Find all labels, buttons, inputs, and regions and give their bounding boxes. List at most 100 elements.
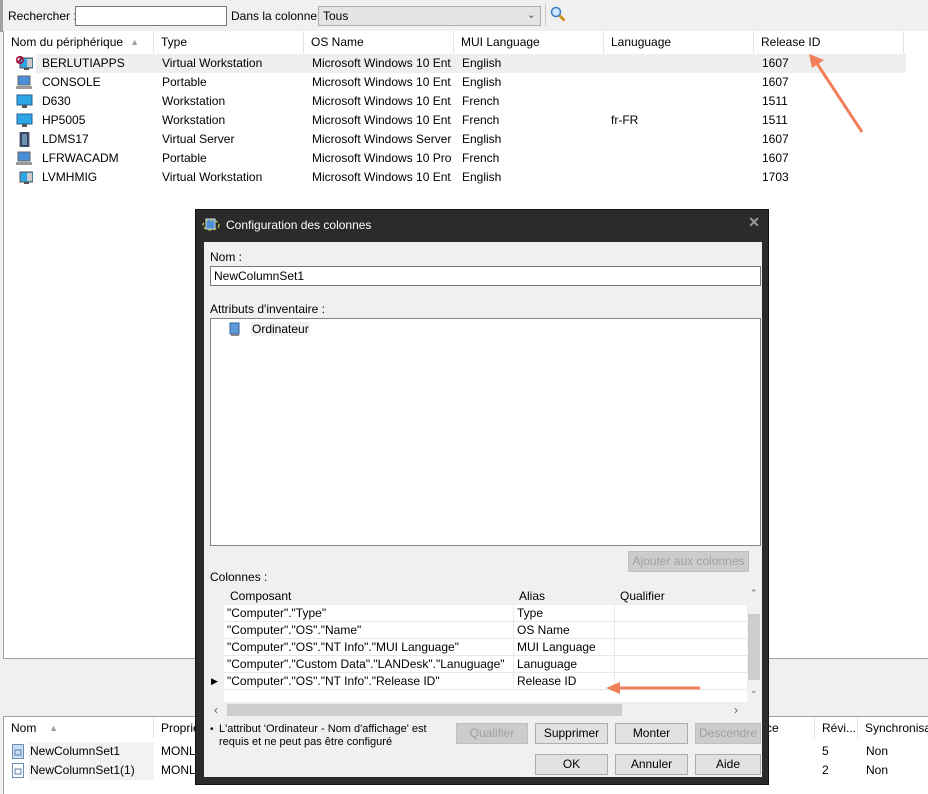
- device-row[interactable]: HP5005 Workstation Microsoft Windows 10 En…: [4, 111, 909, 130]
- device-row[interactable]: LDMS17 Virtual Server Microsoft Windows Se…: [4, 130, 909, 149]
- help-button[interactable]: Aide: [695, 754, 761, 775]
- magnifier-icon[interactable]: [550, 6, 566, 22]
- grid-qualifier: [615, 605, 747, 622]
- delete-button[interactable]: Supprimer: [535, 723, 608, 744]
- monitor-icon: [16, 94, 33, 108]
- virtual-workstation-blocked-icon: [16, 56, 33, 70]
- device-type: Virtual Workstation: [162, 56, 263, 70]
- sort-ascending-icon: ▲: [49, 723, 58, 733]
- grid-header-component[interactable]: Composant: [230, 589, 291, 603]
- device-name: LDMS17: [42, 132, 89, 146]
- dialog-title: Configuration des colonnes: [226, 218, 372, 232]
- grid-alias: OS Name: [514, 622, 615, 639]
- name-label: Nom :: [210, 250, 243, 264]
- note-bullet: •: [210, 724, 214, 735]
- device-row[interactable]: D630 Workstation Microsoft Windows 10 Ent.…: [4, 92, 909, 111]
- device-os: Microsoft Windows Server ...: [312, 132, 452, 146]
- scroll-left-icon[interactable]: ‹: [214, 703, 218, 717]
- monitor-icon: [16, 113, 33, 127]
- column-grid-row[interactable]: "Computer"."Custom Data"."LANDesk"."Lanu…: [224, 656, 747, 673]
- column-header-nom[interactable]: Nom ▲: [4, 717, 154, 739]
- column-set-name: NewColumnSet1(1): [29, 761, 154, 780]
- column-set-sync: Non: [866, 744, 889, 758]
- column-set-name: NewColumnSet1: [29, 742, 154, 761]
- device-mui-language: French: [462, 151, 500, 165]
- device-os: Microsoft Windows 10 Ent...: [312, 94, 452, 108]
- name-input[interactable]: [210, 266, 761, 286]
- column-header-type[interactable]: Type: [154, 31, 304, 53]
- move-down-button[interactable]: Descendre: [695, 723, 761, 744]
- grid-header-qualifier[interactable]: Qualifier: [620, 589, 665, 603]
- device-row[interactable]: CONSOLE Portable Microsoft Windows 10 Ent.…: [4, 73, 909, 92]
- search-input[interactable]: [75, 6, 227, 26]
- device-mui-language: English: [462, 132, 502, 146]
- device-mui-language: English: [462, 56, 502, 70]
- close-icon[interactable]: ✕: [748, 214, 760, 231]
- app-icon: [202, 218, 220, 231]
- attribute-tree[interactable]: Ordinateur: [210, 318, 761, 546]
- column-header-language[interactable]: Lanuguage: [604, 31, 754, 53]
- horizontal-scrollbar[interactable]: ‹ ›: [210, 702, 747, 718]
- column-set-icon: [12, 744, 24, 759]
- laptop-icon: [16, 151, 32, 165]
- device-name: CONSOLE: [42, 75, 101, 89]
- grid-component: "Computer"."Type": [224, 605, 514, 622]
- column-header-os-name[interactable]: OS Name: [304, 31, 454, 53]
- cancel-button[interactable]: Annuler: [615, 754, 688, 775]
- column-set-owner: MONLA: [161, 763, 197, 777]
- device-name: LFRWACADM: [42, 151, 119, 165]
- server-icon: [19, 132, 30, 147]
- scroll-up-icon[interactable]: ⌃: [750, 588, 758, 599]
- device-os: Microsoft Windows 10 Ent...: [312, 170, 452, 184]
- column-header-revision[interactable]: Révi...: [815, 717, 858, 739]
- device-row[interactable]: BERLUTIAPPS Virtual Workstation Microsoft …: [4, 54, 909, 73]
- device-list-header: Nom du périphérique ▲ Type OS Name MUI L…: [4, 31, 909, 53]
- grid-alias: MUI Language: [514, 639, 615, 656]
- attributes-label: Attributs d'inventaire :: [210, 302, 326, 316]
- device-row[interactable]: LFRWACADM Portable Microsoft Windows 10 Pr…: [4, 149, 909, 168]
- device-name: LVMHMIG: [42, 170, 98, 184]
- device-type: Portable: [162, 151, 207, 165]
- grid-header-alias[interactable]: Alias: [519, 589, 545, 603]
- add-to-columns-button[interactable]: Ajouter aux colonnes: [628, 551, 749, 572]
- column-config-dialog: Configuration des colonnes ✕ Nom : Attri…: [195, 209, 769, 785]
- columns-grid[interactable]: Composant Alias Qualifier "Computer"."Ty…: [210, 586, 761, 722]
- column-header-sync[interactable]: Synchronisa...: [858, 717, 928, 739]
- vertical-scrollbar[interactable]: ⌃ ⌄: [747, 586, 761, 702]
- column-set-revision: 5: [822, 744, 829, 758]
- qualifier-button[interactable]: Qualifier: [456, 723, 528, 744]
- grid-component: "Computer"."OS"."NT Info"."MUI Language": [224, 639, 514, 656]
- column-grid-row[interactable]: "Computer"."Type" Type: [224, 605, 747, 622]
- device-os: Microsoft Windows 10 Ent...: [312, 56, 452, 70]
- column-set-icon: [12, 763, 24, 778]
- sort-ascending-icon: ▲: [130, 37, 139, 47]
- column-grid-row[interactable]: "Computer"."OS"."NT Info"."MUI Language"…: [224, 639, 747, 656]
- hscrollbar-thumb[interactable]: [227, 704, 622, 716]
- device-type: Workstation: [162, 113, 226, 127]
- annotation-arrow-icon: [606, 682, 700, 694]
- column-set-sync: Non: [866, 763, 889, 777]
- device-mui-language: English: [462, 75, 502, 89]
- column-header-device-name[interactable]: Nom du périphérique ▲: [4, 31, 154, 53]
- device-name: D630: [42, 94, 71, 108]
- search-toolbar: Rechercher : Dans la colonne : Tous ⌄: [0, 0, 928, 32]
- note-text: L'attribut 'Ordinateur - Nom d'affichage…: [219, 723, 427, 748]
- device-row[interactable]: LVMHMIG Virtual Workstation Microsoft Wind…: [4, 168, 909, 187]
- column-header-mui-language[interactable]: MUI Language: [454, 31, 604, 53]
- scrollbar-thumb[interactable]: [748, 614, 760, 680]
- move-up-button[interactable]: Monter: [615, 723, 688, 744]
- scroll-right-icon[interactable]: ›: [734, 703, 738, 717]
- device-release-id: 1607: [762, 151, 789, 165]
- column-label: Dans la colonne :: [231, 9, 324, 23]
- device-os: Microsoft Windows 10 Ent...: [312, 113, 452, 127]
- ok-button[interactable]: OK: [535, 754, 608, 775]
- grid-qualifier: [615, 639, 747, 656]
- column-set-owner: MONLA: [161, 744, 197, 758]
- grid-component: "Computer"."OS"."Name": [224, 622, 514, 639]
- device-os: Microsoft Windows 10 Ent...: [312, 75, 452, 89]
- column-select[interactable]: Tous ⌄: [318, 6, 541, 26]
- scroll-down-icon[interactable]: ⌄: [750, 685, 758, 696]
- column-grid-row[interactable]: "Computer"."OS"."Name" OS Name: [224, 622, 747, 639]
- grid-component: "Computer"."OS"."NT Info"."Release ID": [224, 673, 514, 690]
- search-label: Rechercher :: [8, 9, 77, 23]
